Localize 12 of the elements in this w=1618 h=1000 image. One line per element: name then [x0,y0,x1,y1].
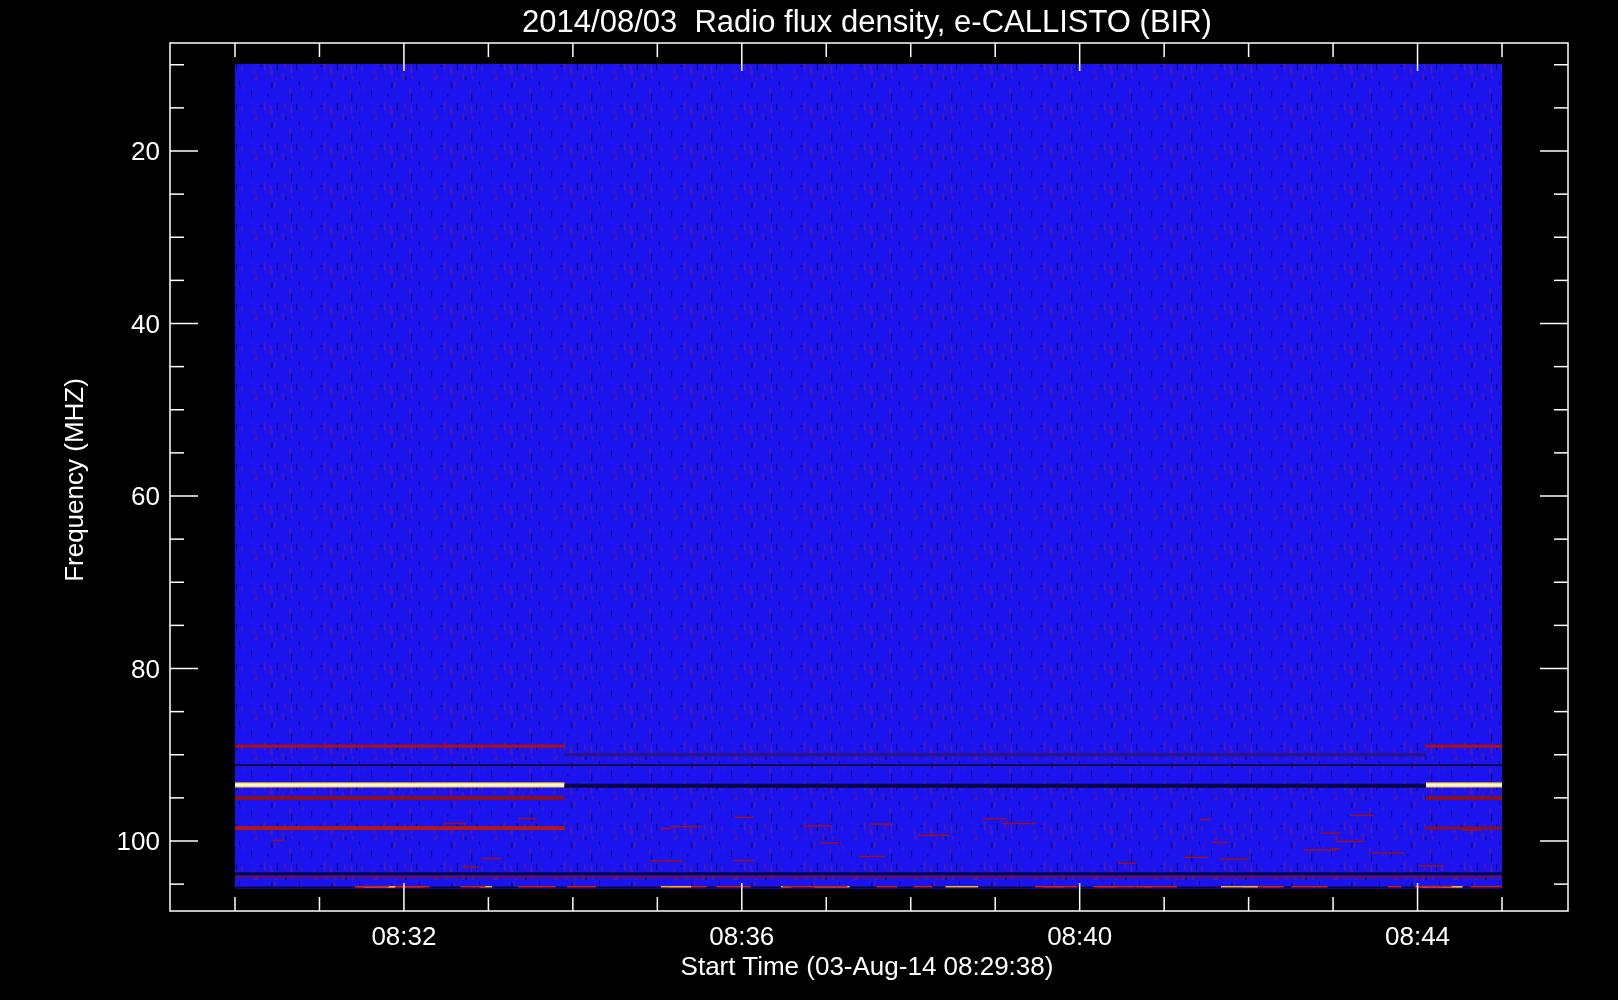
y-tick-label: 20 [131,136,160,166]
y-tick-label: 40 [131,308,160,339]
y-tick-label: 100 [116,826,160,856]
x-axis-label: Start Time (03-Aug-14 08:29:38) [680,951,1054,981]
x-tick-label: 08:40 [1047,921,1113,951]
chart-title: 2014/08/03 Radio flux density, e-CALLISTO (BIR) [522,4,1212,39]
y-tick-label: 60 [131,481,160,511]
x-tick-label: 08:36 [709,921,775,951]
x-tick-label: 08:44 [1385,921,1451,951]
y-axis-label: Frequency (MHZ) [59,378,89,582]
y-tick-label: 80 [131,653,160,684]
x-tick-label: 08:32 [371,921,437,951]
